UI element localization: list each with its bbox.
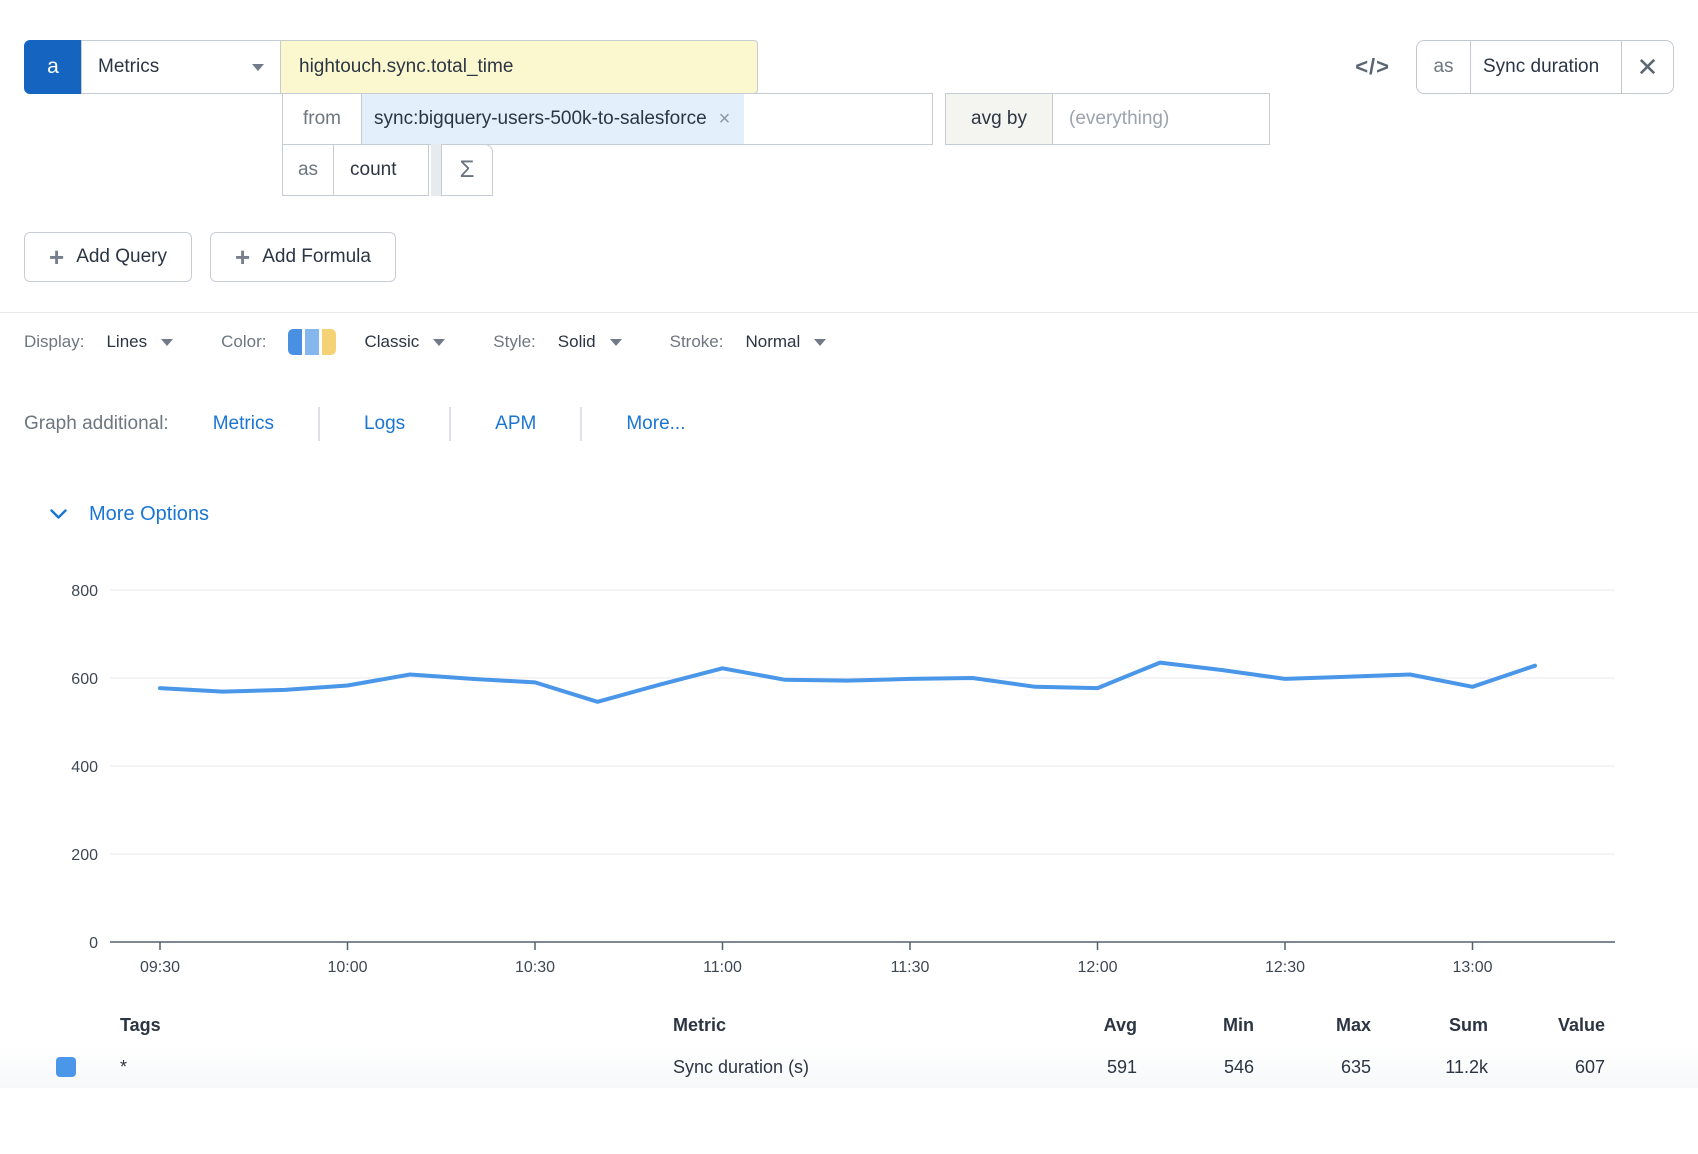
svg-text:11:30: 11:30 [891, 959, 930, 976]
svg-text:12:30: 12:30 [1265, 959, 1305, 976]
graph-additional-more-link[interactable]: More... [582, 413, 729, 435]
query-row-as: as count Σ [282, 144, 1698, 196]
query-builder: a Metrics hightouch.sync.total_time from… [0, 0, 1698, 196]
graph-additional-row: Graph additional: Metrics Logs APM More.… [24, 407, 1698, 441]
header-metric: Metric [673, 1015, 1020, 1036]
svg-text:200: 200 [71, 847, 98, 864]
as-label: as [282, 144, 334, 196]
chevron-down-icon [814, 339, 826, 346]
alias-input[interactable]: Sync duration [1471, 41, 1621, 93]
display-options-row: Display: Lines Color: Classic Style: Sol… [24, 329, 1698, 355]
svg-text:11:00: 11:00 [703, 959, 742, 976]
metric-name-value: hightouch.sync.total_time [299, 56, 513, 78]
chevron-down-icon [252, 64, 264, 71]
data-source-label: Metrics [98, 56, 159, 78]
from-label: from [282, 93, 362, 145]
close-icon[interactable]: ✕ [1621, 41, 1673, 93]
header-avg: Avg [1020, 1015, 1137, 1036]
cell-metric: Sync duration (s) [673, 1057, 1020, 1078]
chevron-down-icon [50, 509, 67, 520]
cell-max: 635 [1254, 1057, 1371, 1078]
plus-icon: + [49, 244, 64, 270]
group-by-placeholder: (everything) [1069, 108, 1169, 130]
series-color-swatch[interactable] [56, 1057, 76, 1077]
legend-row[interactable]: * Sync duration (s) 591 546 635 11.2k 60… [0, 1046, 1698, 1088]
more-options-toggle[interactable]: More Options [50, 503, 310, 526]
svg-text:10:00: 10:00 [327, 959, 367, 976]
function-drag-handle[interactable] [431, 144, 441, 196]
chevron-down-icon [161, 339, 173, 346]
legend-header-row: Tags Metric Avg Min Max Sum Value [0, 1004, 1698, 1046]
header-value: Value [1488, 1015, 1605, 1036]
header-max: Max [1254, 1015, 1371, 1036]
section-divider [0, 312, 1698, 313]
graph-additional-logs-link[interactable]: Logs [320, 413, 449, 435]
chevron-down-icon [610, 339, 622, 346]
chevron-down-icon [433, 339, 445, 346]
add-function-button[interactable]: Σ [441, 144, 493, 196]
cell-sum: 11.2k [1371, 1057, 1488, 1078]
svg-text:400: 400 [71, 759, 98, 776]
scope-filter-input[interactable]: sync:bigquery-users-500k-to-salesforce × [361, 93, 933, 145]
cell-avg: 591 [1020, 1057, 1137, 1078]
add-query-button[interactable]: + Add Query [24, 232, 192, 282]
svg-text:12:00: 12:00 [1077, 959, 1117, 976]
svg-text:600: 600 [71, 671, 98, 688]
timeseries-chart-svg: 0 200 400 600 800 09:30 10:00 10:30 11:00 11:30 12… [0, 560, 1698, 990]
style-dropdown[interactable]: Solid [558, 332, 622, 352]
style-label: Style: [493, 332, 536, 352]
scope-tag-chip[interactable]: sync:bigquery-users-500k-to-salesforce × [362, 94, 744, 144]
color-label: Color: [221, 332, 266, 352]
query-actions: + Add Query + Add Formula [24, 232, 1698, 282]
scope-tag-text: sync:bigquery-users-500k-to-salesforce [374, 108, 707, 130]
graph-additional-apm-link[interactable]: APM [451, 413, 580, 435]
cell-tags: * [120, 1057, 673, 1078]
query-row-filter: from sync:bigquery-users-500k-to-salesfo… [282, 93, 1698, 145]
header-min: Min [1137, 1015, 1254, 1036]
group-by-input[interactable]: (everything) [1052, 93, 1270, 145]
code-view-icon[interactable]: </> [1355, 54, 1390, 80]
palette-swatch-icon [288, 329, 336, 355]
svg-text:800: 800 [71, 583, 98, 600]
stroke-dropdown[interactable]: Normal [745, 332, 826, 352]
svg-text:13:00: 13:00 [1452, 959, 1492, 976]
data-source-dropdown[interactable]: Metrics [81, 40, 281, 94]
as-count-dropdown[interactable]: count [333, 144, 429, 196]
graph-additional-metrics-link[interactable]: Metrics [169, 413, 318, 435]
alias-area: </> as Sync duration ✕ [1355, 40, 1674, 94]
svg-text:09:30: 09:30 [140, 959, 180, 976]
cell-value: 607 [1488, 1057, 1605, 1078]
remove-tag-icon[interactable]: × [719, 108, 731, 131]
alias-as-label: as [1417, 41, 1471, 93]
timeseries-chart[interactable]: 0 200 400 600 800 09:30 10:00 10:30 11:00 11:30 12… [0, 560, 1698, 990]
cell-min: 546 [1137, 1057, 1254, 1078]
legend-table: Tags Metric Avg Min Max Sum Value * Sync… [0, 1004, 1698, 1088]
svg-text:0: 0 [89, 935, 98, 952]
display-type-dropdown[interactable]: Lines [106, 332, 173, 352]
svg-text:10:30: 10:30 [515, 959, 555, 976]
add-formula-button[interactable]: + Add Formula [210, 232, 396, 282]
header-sum: Sum [1371, 1015, 1488, 1036]
display-label: Display: [24, 332, 84, 352]
metric-editor-page: a Metrics hightouch.sync.total_time from… [0, 0, 1698, 1154]
plus-icon: + [235, 244, 250, 270]
alias-group: as Sync duration ✕ [1416, 40, 1674, 94]
sigma-icon: Σ [460, 156, 475, 184]
graph-additional-label: Graph additional: [24, 413, 169, 435]
stroke-label: Stroke: [670, 332, 724, 352]
aggregator-dropdown[interactable]: avg by [945, 93, 1053, 145]
header-tags: Tags [120, 1015, 673, 1036]
query-letter-badge[interactable]: a [24, 40, 82, 94]
color-dropdown[interactable]: Classic [288, 329, 445, 355]
metric-name-input[interactable]: hightouch.sync.total_time [280, 40, 758, 94]
